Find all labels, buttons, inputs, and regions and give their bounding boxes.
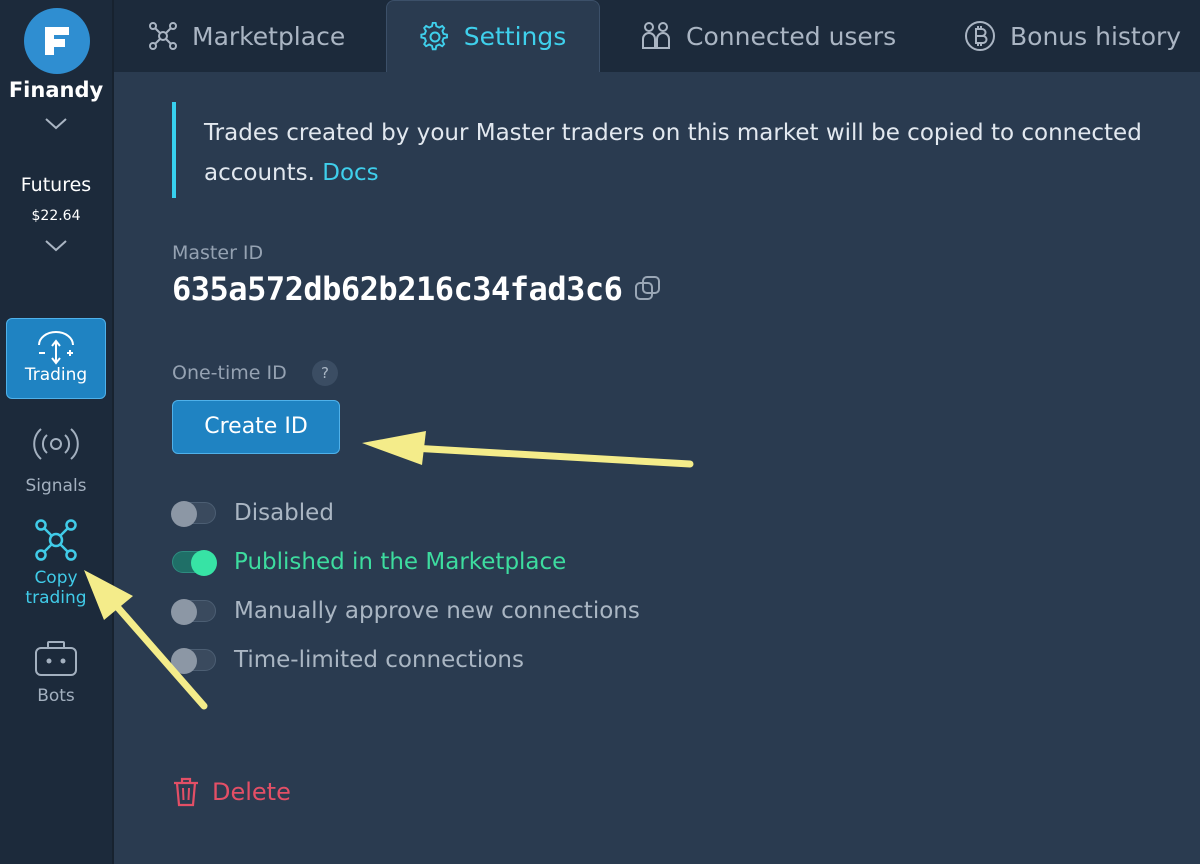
toggle-switch[interactable] bbox=[171, 501, 216, 527]
chevron-down-icon[interactable] bbox=[43, 116, 69, 132]
toggle-label: Disabled bbox=[234, 500, 334, 526]
toggle-switch[interactable] bbox=[171, 648, 216, 674]
tab-settings[interactable]: Settings bbox=[386, 0, 600, 72]
toggle-switch[interactable] bbox=[172, 550, 217, 576]
master-id-label: Master ID bbox=[172, 242, 264, 264]
docs-link[interactable]: Docs bbox=[322, 160, 378, 186]
info-notice: Trades created by your Master traders on… bbox=[172, 102, 1182, 198]
master-id-value: 635a572db62b216c34fad3c6 bbox=[172, 270, 664, 308]
tab-bonus-history[interactable]: Bonus history bbox=[964, 0, 1181, 72]
finandy-logo-icon[interactable] bbox=[24, 8, 90, 74]
trading-gauge-icon bbox=[38, 331, 74, 365]
tab-marketplace[interactable]: Marketplace bbox=[148, 0, 345, 72]
toggle-knob bbox=[171, 648, 197, 674]
tab-label: Connected users bbox=[686, 21, 897, 51]
account-balance: $22.64 bbox=[31, 208, 81, 224]
toggle-manual-approve[interactable]: Manually approve new connections bbox=[171, 594, 640, 628]
brand-name[interactable]: Finandy bbox=[0, 78, 112, 102]
sidebar-item-signals[interactable]: Signals bbox=[6, 424, 106, 496]
toggle-label: Published in the Marketplace bbox=[234, 549, 567, 575]
tab-label: Bonus history bbox=[1010, 21, 1182, 51]
sidebar-item-label: Bots bbox=[37, 686, 75, 706]
sidebar-item-label: Copy bbox=[34, 568, 78, 588]
trash-icon bbox=[174, 777, 198, 807]
broadcast-icon bbox=[33, 428, 79, 460]
copy-icon[interactable] bbox=[632, 273, 664, 305]
delete-button[interactable]: Delete bbox=[172, 774, 291, 810]
gear-icon bbox=[420, 21, 448, 50]
toggle-label: Manually approve new connections bbox=[234, 598, 640, 624]
delete-label: Delete bbox=[212, 778, 291, 806]
sidebar-item-bots[interactable]: Bots bbox=[6, 640, 106, 712]
tab-label: Settings bbox=[463, 22, 567, 51]
sidebar-item-label: trading bbox=[25, 588, 87, 608]
tab-connected-users[interactable]: Connected users bbox=[640, 0, 896, 72]
toggle-knob bbox=[171, 501, 197, 527]
toggle-knob bbox=[191, 550, 217, 576]
sidebar-item-label: Trading bbox=[24, 365, 88, 385]
toggle-published[interactable]: Published in the Marketplace bbox=[172, 545, 566, 579]
tab-label: Marketplace bbox=[192, 21, 346, 51]
one-time-id-label: One-time ID bbox=[172, 362, 287, 384]
master-id-text: 635a572db62b216c34fad3c6 bbox=[172, 270, 623, 308]
toggle-switch[interactable] bbox=[171, 599, 216, 625]
settings-panel: Trades created by your Master traders on… bbox=[114, 72, 1200, 864]
sidebar-item-trading[interactable]: Trading bbox=[6, 318, 106, 399]
app-root: Finandy Futures $22.64 Trading Signals C… bbox=[0, 0, 1200, 864]
toggle-disabled[interactable]: Disabled bbox=[171, 496, 334, 530]
bot-icon bbox=[35, 641, 77, 676]
tab-bar: Marketplace Settings Connected users Bon… bbox=[114, 0, 1200, 72]
help-icon[interactable]: ? bbox=[312, 360, 338, 386]
sidebar-item-copy-trading[interactable]: Copy trading bbox=[6, 518, 106, 616]
sidebar: Finandy Futures $22.64 Trading Signals C… bbox=[0, 0, 114, 864]
create-id-button[interactable]: Create ID bbox=[172, 400, 340, 454]
network-icon bbox=[149, 22, 177, 50]
toggle-knob bbox=[171, 599, 197, 625]
users-icon bbox=[642, 22, 670, 49]
sidebar-item-label: Signals bbox=[25, 476, 87, 496]
toggle-label: Time-limited connections bbox=[234, 647, 524, 673]
chevron-down-icon[interactable] bbox=[43, 238, 69, 254]
bitcoin-icon bbox=[965, 21, 995, 51]
network-icon bbox=[35, 519, 77, 561]
toggle-time-limited[interactable]: Time-limited connections bbox=[171, 643, 524, 677]
account-name[interactable]: Futures bbox=[0, 174, 112, 196]
